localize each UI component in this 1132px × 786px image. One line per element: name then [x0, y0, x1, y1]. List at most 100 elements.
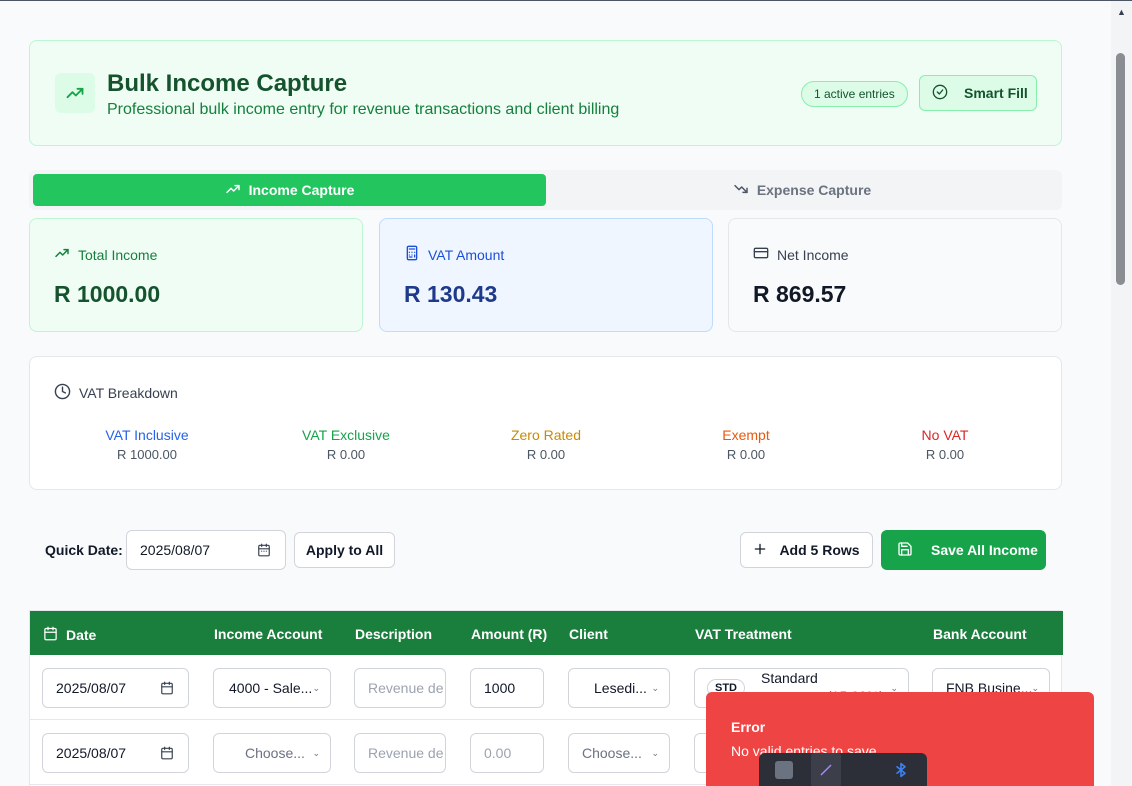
row-client-select[interactable]: Choose... ⌄	[568, 733, 670, 773]
system-tray-overlay	[759, 753, 927, 786]
net-income-card: Net Income R 869.57	[728, 218, 1062, 332]
header-date: Date	[43, 626, 96, 644]
page-header: Bulk Income Capture Professional bulk in…	[29, 40, 1062, 146]
row-date-value: 2025/08/07	[56, 745, 127, 761]
header-description: Description	[355, 626, 433, 642]
row-description-input[interactable]: Revenue de	[354, 668, 446, 708]
chevron-down-icon: ⌄	[651, 748, 659, 758]
header-date-label: Date	[66, 627, 97, 643]
trending-up-icon	[225, 181, 241, 200]
capture-tabs: Income Capture Expense Capture	[29, 170, 1062, 210]
vat-exclusive-item: VAT Exclusive R 0.00	[246, 427, 446, 462]
credit-card-icon	[753, 245, 769, 264]
vat-inclusive-item: VAT Inclusive R 1000.00	[47, 427, 247, 462]
row-client-value: Lesedi...	[594, 680, 647, 696]
app-tray-icon[interactable]	[775, 761, 793, 779]
chevron-down-icon: ⌄	[312, 748, 320, 758]
net-income-value: R 869.57	[753, 281, 847, 307]
zero-rated-item: Zero Rated R 0.00	[446, 427, 646, 462]
tab-expense-capture[interactable]: Expense Capture	[546, 174, 1058, 206]
clock-icon	[54, 383, 71, 403]
add-5-rows-button[interactable]: Add 5 Rows	[740, 532, 873, 568]
toast-title: Error	[731, 719, 766, 735]
tab-expense-label: Expense Capture	[756, 182, 872, 198]
save-icon	[897, 541, 913, 560]
page-subtitle: Professional bulk income entry for reven…	[107, 101, 620, 118]
row-date-value: 2025/08/07	[56, 680, 127, 696]
row-description-placeholder: Revenue de	[368, 680, 444, 696]
no-vat-value: R 0.00	[925, 447, 965, 462]
calendar-icon[interactable]	[160, 746, 174, 763]
row-income-account-select[interactable]: 4000 - Sale... ⌄	[213, 668, 331, 708]
vat-inclusive-value: R 1000.00	[117, 447, 177, 462]
calendar-icon	[43, 626, 58, 644]
vat-exclusive-value: R 0.00	[326, 447, 366, 462]
zero-rated-label: Zero Rated	[510, 427, 582, 443]
row-client-value: Choose...	[582, 745, 642, 761]
row-amount-value: 0.00	[484, 745, 512, 761]
zero-rated-value: R 0.00	[526, 447, 566, 462]
exempt-value: R 0.00	[726, 447, 766, 462]
exempt-item: Exempt R 0.00	[646, 427, 846, 462]
no-vat-item: No VAT R 0.00	[845, 427, 1045, 462]
tab-income-label: Income Capture	[248, 182, 355, 198]
row-income-account-value: 4000 - Sale...	[229, 680, 313, 696]
chevron-down-icon: ⌄	[312, 683, 320, 693]
no-vat-label: No VAT	[921, 427, 969, 443]
smart-fill-button[interactable]: Smart Fill	[919, 75, 1037, 111]
row-income-account-select[interactable]: Choose... ⌄	[213, 733, 331, 773]
scrollbar-thumb[interactable]	[1116, 53, 1125, 285]
vat-amount-value: R 130.43	[404, 281, 498, 307]
header-income-account: Income Account	[214, 626, 323, 642]
row-date-input[interactable]: 2025/08/07	[42, 668, 189, 708]
vertical-scrollbar[interactable]: ▲	[1111, 1, 1132, 786]
row-amount-input[interactable]: 0.00	[470, 733, 544, 773]
bluetooth-icon[interactable]	[895, 761, 907, 779]
trending-down-icon	[733, 181, 749, 200]
quick-date-label: Quick Date:	[45, 542, 123, 558]
net-income-label: Net Income	[777, 246, 849, 263]
row-client-select[interactable]: Lesedi... ⌄	[568, 668, 670, 708]
quick-date-value: 2025/08/07	[140, 542, 211, 558]
chevron-down-icon: ⌄	[651, 683, 659, 693]
apply-to-all-button[interactable]: Apply to All	[294, 532, 395, 568]
header-client: Client	[569, 626, 608, 642]
exempt-label: Exempt	[722, 427, 770, 443]
check-circle-icon	[932, 84, 948, 103]
save-all-income-label: Save All Income	[931, 542, 1038, 558]
scroll-up-icon[interactable]: ▲	[1117, 7, 1126, 17]
row-date-input[interactable]: 2025/08/07	[42, 733, 189, 773]
vat-inclusive-label: VAT Inclusive	[105, 427, 189, 443]
plus-icon	[753, 542, 767, 559]
vat-breakdown-title: VAT Breakdown	[79, 385, 178, 401]
add-5-rows-label: Add 5 Rows	[779, 542, 860, 558]
total-income-card: Total Income R 1000.00	[29, 218, 363, 332]
row-vat-name: Standard	[761, 670, 818, 686]
total-income-label: Total Income	[78, 246, 158, 263]
total-income-value: R 1000.00	[54, 281, 161, 307]
row-description-placeholder: Revenue de	[368, 745, 444, 761]
pen-tray-icon[interactable]	[811, 753, 841, 786]
header-vat-treatment: VAT Treatment	[695, 626, 792, 642]
trending-up-icon	[54, 245, 70, 264]
vat-exclusive-label: VAT Exclusive	[302, 427, 390, 443]
calculator-icon	[404, 245, 420, 264]
trending-up-icon	[55, 73, 95, 113]
row-income-account-value: Choose...	[245, 745, 305, 761]
active-entries-badge: 1 active entries	[801, 81, 908, 107]
page-title: Bulk Income Capture	[107, 70, 348, 97]
table-header: Date Income Account Description Amount (…	[30, 611, 1063, 655]
vat-amount-card: VAT Amount R 130.43	[379, 218, 713, 332]
calendar-icon[interactable]	[160, 681, 174, 698]
smart-fill-label: Smart Fill	[964, 85, 1028, 101]
vat-breakdown-panel: VAT Breakdown VAT Inclusive R 1000.00 VA…	[29, 356, 1062, 490]
row-amount-input[interactable]: 1000	[470, 668, 544, 708]
quick-date-input[interactable]: 2025/08/07	[126, 530, 286, 570]
tab-income-capture[interactable]: Income Capture	[33, 174, 546, 206]
vat-amount-label: VAT Amount	[428, 246, 505, 263]
calendar-icon[interactable]	[257, 543, 271, 560]
header-amount: Amount (R)	[471, 626, 548, 642]
header-bank-account: Bank Account	[933, 626, 1027, 642]
row-description-input[interactable]: Revenue de	[354, 733, 446, 773]
save-all-income-button[interactable]: Save All Income	[881, 530, 1046, 570]
